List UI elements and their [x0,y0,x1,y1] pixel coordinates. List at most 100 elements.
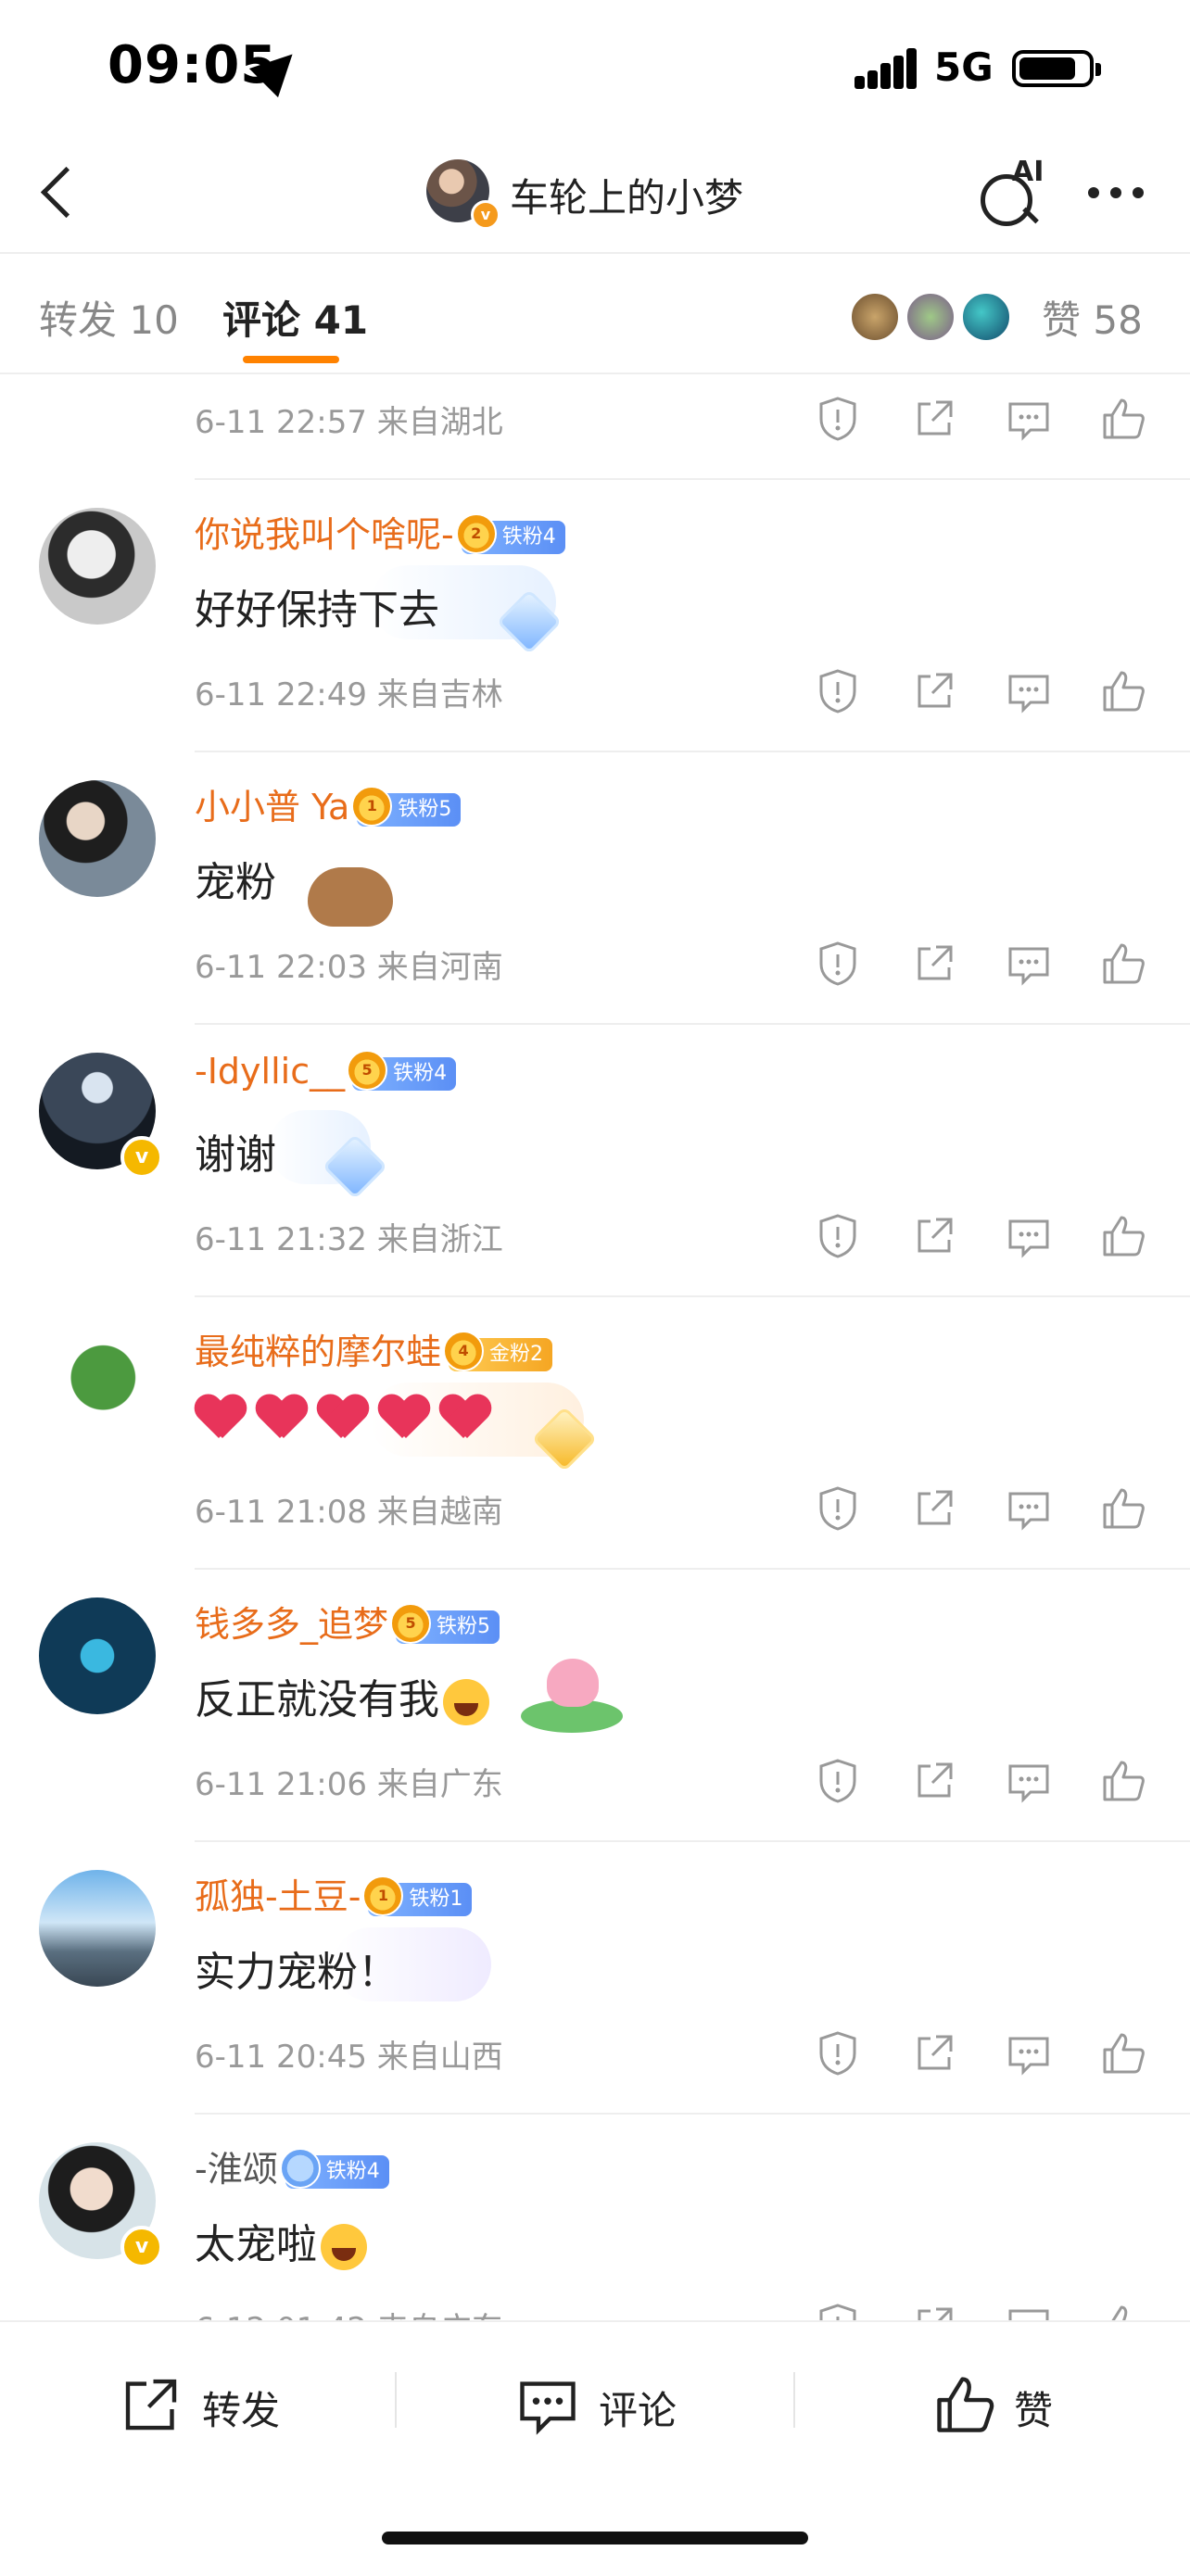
crown-icon: 4 [443,1330,485,1371]
ai-search-button[interactable]: AI [975,156,1049,232]
share-button[interactable] [908,938,960,990]
comment-meta-row: 6-11 21:32 来自浙江 [0,1192,1190,1284]
divider [793,2372,795,2428]
comment-text: 太宠啦 [195,2211,367,2270]
crown-icon: 5 [390,1602,432,1644]
avatar [905,291,956,343]
network-type: 5G [934,44,994,90]
like-button[interactable] [1097,2027,1149,2079]
share-button[interactable] [908,2300,960,2320]
nav-header: v 车轮上的小梦 AI [0,139,1190,252]
home-indicator[interactable] [382,2532,808,2544]
like-button[interactable] [1097,2300,1149,2320]
crown-icon: 1 [362,1875,404,1916]
comment-list[interactable]: 6-11 22:57 来自湖北 你说我叫个啥呢- 2 铁粉4 好好保持下去 6-11… [0,374,1190,2320]
repost-label: 转发 [202,2388,281,2433]
tab-bar: 转发 10 评论 41 赞 58 [0,254,1190,373]
reply-button[interactable] [1003,1210,1055,1262]
back-button[interactable] [28,159,93,224]
report-button[interactable] [812,2300,864,2320]
like-button[interactable] [1097,1210,1149,1262]
tab-repost[interactable]: 转发 10 [39,289,179,346]
signal-icon [855,46,918,89]
report-button[interactable] [812,393,864,445]
share-button[interactable] [908,1755,960,1807]
comment-username[interactable]: 孤独-土豆- 1 铁粉1 [195,1868,473,1919]
verified-icon: v [120,1136,163,1179]
share-button[interactable] [908,665,960,717]
comment-username[interactable]: 钱多多_追梦 5 铁粉5 [195,1596,500,1647]
report-button[interactable] [812,665,864,717]
capybara-sticker [308,867,393,927]
comment-username[interactable]: 最纯粹的摩尔蛙 4 金粉2 [195,1323,553,1374]
report-button[interactable] [812,1483,864,1534]
like-button[interactable] [1097,1755,1149,1807]
tab-likes[interactable]: 赞 58 [1042,289,1143,346]
comment-username[interactable]: -淮颂 铁粉4 [195,2140,389,2191]
crown-icon: 5 [347,1049,388,1091]
comment-text: 宠粉 [195,859,276,906]
reply-button[interactable] [1003,1483,1055,1534]
reply-button[interactable] [1003,2027,1055,2079]
author-name[interactable]: 车轮上的小梦 [510,167,743,223]
tab-comments[interactable]: 评论 41 [222,289,368,346]
fan-badge: 2 铁粉4 [455,512,565,554]
report-button[interactable] [812,2027,864,2079]
status-bar: 09:05 5G [0,0,1190,139]
diamond-icon [279,2147,321,2189]
comment-meta-row: 6-11 22:49 来自吉林 [0,647,1190,739]
comment-meta: 6-11 22:03 来自河南 [195,949,503,986]
reply-button[interactable] [1003,938,1055,990]
like-button[interactable] [1097,1483,1149,1534]
share-button[interactable] [908,393,960,445]
like-button[interactable] [1097,393,1149,445]
comment-username[interactable]: 你说我叫个啥呢- 2 铁粉4 [195,506,565,557]
verified-icon: v [120,2226,163,2268]
ai-label: AI [1012,156,1044,188]
comment-username[interactable]: -Idyllic__ 5 铁粉4 [195,1049,457,1092]
comment-username[interactable]: 小小普 Ya 1 铁粉5 [195,778,462,829]
avatar[interactable] [39,1325,156,1442]
repost-icon [125,2379,177,2431]
avatar [849,291,901,343]
comment-text: 好好保持下去 [195,587,439,634]
reply-button[interactable] [1003,2300,1055,2320]
comment-icon [520,2381,576,2435]
fan-badge: 铁粉4 [279,2147,389,2189]
crown-icon: 2 [455,512,497,554]
share-button[interactable] [908,2027,960,2079]
comment-text: 实力宠粉！ [195,1949,399,1996]
comment-meta-row: 6-12 01:42 来自广东 [0,2281,1190,2320]
more-options-button[interactable] [1084,187,1149,206]
laughing-emoji-icon [443,1679,489,1725]
verified-icon: v [471,200,500,230]
share-button[interactable] [908,1210,960,1262]
heart-emoji-icon [256,1395,308,1444]
avatar[interactable] [39,508,156,625]
fan-badge: 1 铁粉1 [362,1875,473,1916]
liker-avatars[interactable] [849,291,1016,347]
share-button[interactable] [908,1483,960,1534]
avatar [960,291,1012,343]
avatar[interactable] [39,1870,156,1987]
comment-meta: 6-11 20:45 来自山西 [195,2039,503,2076]
like-label: 赞 [1014,2388,1054,2433]
report-button[interactable] [812,1755,864,1807]
comment-text: 谢谢 [195,1131,276,1179]
comment-meta-row: 6-11 22:57 来自湖北 [0,374,1190,467]
avatar[interactable] [39,780,156,897]
report-button[interactable] [812,1210,864,1262]
reply-button[interactable] [1003,1755,1055,1807]
like-button[interactable] [1097,665,1149,717]
like-post-button[interactable]: 赞 [932,2372,1081,2437]
report-button[interactable] [812,938,864,990]
comment-button[interactable]: 评论 [515,2372,701,2437]
reply-button[interactable] [1003,393,1055,445]
like-button[interactable] [1097,938,1149,990]
comment-meta: 6-11 21:32 来自浙江 [195,1221,503,1258]
crown-icon: 1 [351,785,393,827]
reply-button[interactable] [1003,665,1055,717]
avatar[interactable] [39,1597,156,1714]
repost-button[interactable]: 转发 [119,2372,304,2437]
comment-label: 评论 [599,2388,677,2433]
